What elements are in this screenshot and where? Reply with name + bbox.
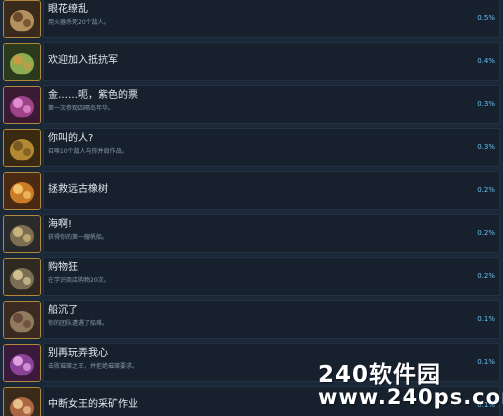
achievement-percent: 0.3% — [477, 100, 495, 108]
tree-spirit-icon — [3, 0, 41, 38]
achievement-percent: 0.3% — [477, 143, 495, 151]
watermark-brand: 240软件园 — [318, 362, 442, 388]
achievement-row[interactable]: 拯救远古橡树 0.2% — [0, 171, 503, 214]
achievement-description: 用火器杀死20个敌人。 — [48, 19, 110, 26]
achievement-card: 你叫的人? 召唤10个敌人与你并肩作战。 0.3% — [43, 128, 500, 167]
achievement-percent: 0.1% — [477, 315, 495, 323]
purple-hat-icon — [3, 86, 41, 124]
shipwreck-icon — [3, 301, 41, 339]
achievement-title: 金……呃，紫色的票 — [48, 90, 138, 101]
achievement-row[interactable]: 海啊! 获得你的第一艘帆船。 0.2% — [0, 214, 503, 257]
ancient-oak-icon — [3, 172, 41, 210]
achievement-description: 在学识商店购物20次。 — [48, 277, 110, 284]
achievement-title: 海啊! — [48, 219, 73, 230]
achievement-description: 获得你的第一艘帆船。 — [48, 234, 109, 241]
achievement-percent: 0.4% — [477, 57, 495, 65]
goblin-icon — [3, 43, 41, 81]
achievement-card: 船沉了你的团队遭遇了船难。 0.1% — [43, 300, 500, 339]
achievement-title: 船沉了 — [48, 305, 78, 316]
achievement-row[interactable]: 购物狂在学识商店购物20次。 0.2% — [0, 257, 503, 300]
achievement-title: 欢迎加入抵抗军 — [48, 55, 118, 66]
achievement-list: 眼花缭乱用火器杀死20个敌人。 0.5% 欢迎加入抵抗军 0.4% 金……呃，紫色的票第… — [0, 0, 503, 416]
achievement-card: 眼花缭乱用火器杀死20个敌人。 0.5% — [43, 0, 500, 38]
achievement-description: 你的团队遭遇了船难。 — [48, 320, 109, 327]
achievement-percent: 0.5% — [477, 14, 495, 22]
achievement-title: 你叫的人? — [48, 133, 94, 144]
achievement-card: 金……呃，紫色的票第一次参观四嗝岛年华。 0.3% — [43, 85, 500, 124]
achievement-percent: 0.2% — [477, 186, 495, 194]
achievement-row[interactable]: 金……呃，紫色的票第一次参观四嗝岛年华。 0.3% — [0, 85, 503, 128]
ship-icon — [3, 215, 41, 253]
achievement-row[interactable]: 欢迎加入抵抗军 0.4% — [0, 42, 503, 85]
achievement-card: 海啊! 获得你的第一艘帆船。 0.2% — [43, 214, 500, 253]
achievement-title: 购物狂 — [48, 262, 78, 273]
achievement-card: 购物狂在学识商店购物20次。 0.2% — [43, 257, 500, 296]
achievement-percent: 0.2% — [477, 272, 495, 280]
achievement-title: 别再玩弄我心 — [48, 348, 108, 359]
achievement-percent: 0.1% — [477, 358, 495, 366]
achievement-percent: 0.2% — [477, 229, 495, 237]
watermark-url: www.240ps.com — [318, 385, 503, 409]
achievement-title: 拯救远古橡树 — [48, 184, 108, 195]
achievement-title: 眼花缭乱 — [48, 4, 88, 15]
shop-cart-icon — [3, 258, 41, 296]
achievement-card: 拯救远古橡树 0.2% — [43, 171, 500, 210]
achievement-row[interactable]: 眼花缭乱用火器杀死20个敌人。 0.5% — [0, 0, 503, 42]
achievement-title: 中断女王的采矿作业 — [48, 399, 138, 410]
achievement-card: 欢迎加入抵抗军 0.4% — [43, 42, 500, 81]
achievement-row[interactable]: 船沉了你的团队遭遇了船难。 0.1% — [0, 300, 503, 343]
mining-queen-icon — [3, 387, 41, 416]
achievement-description: 击败璀璨之王，并拒绝璀璨要求。 — [48, 363, 139, 370]
bell-icon — [3, 129, 41, 167]
achievement-row[interactable]: 你叫的人? 召唤10个敌人与你并肩作战。 0.3% — [0, 128, 503, 171]
jester-icon — [3, 344, 41, 382]
achievement-description: 第一次参观四嗝岛年华。 — [48, 105, 115, 112]
achievement-description: 召唤10个敌人与你并肩作战。 — [48, 148, 128, 155]
